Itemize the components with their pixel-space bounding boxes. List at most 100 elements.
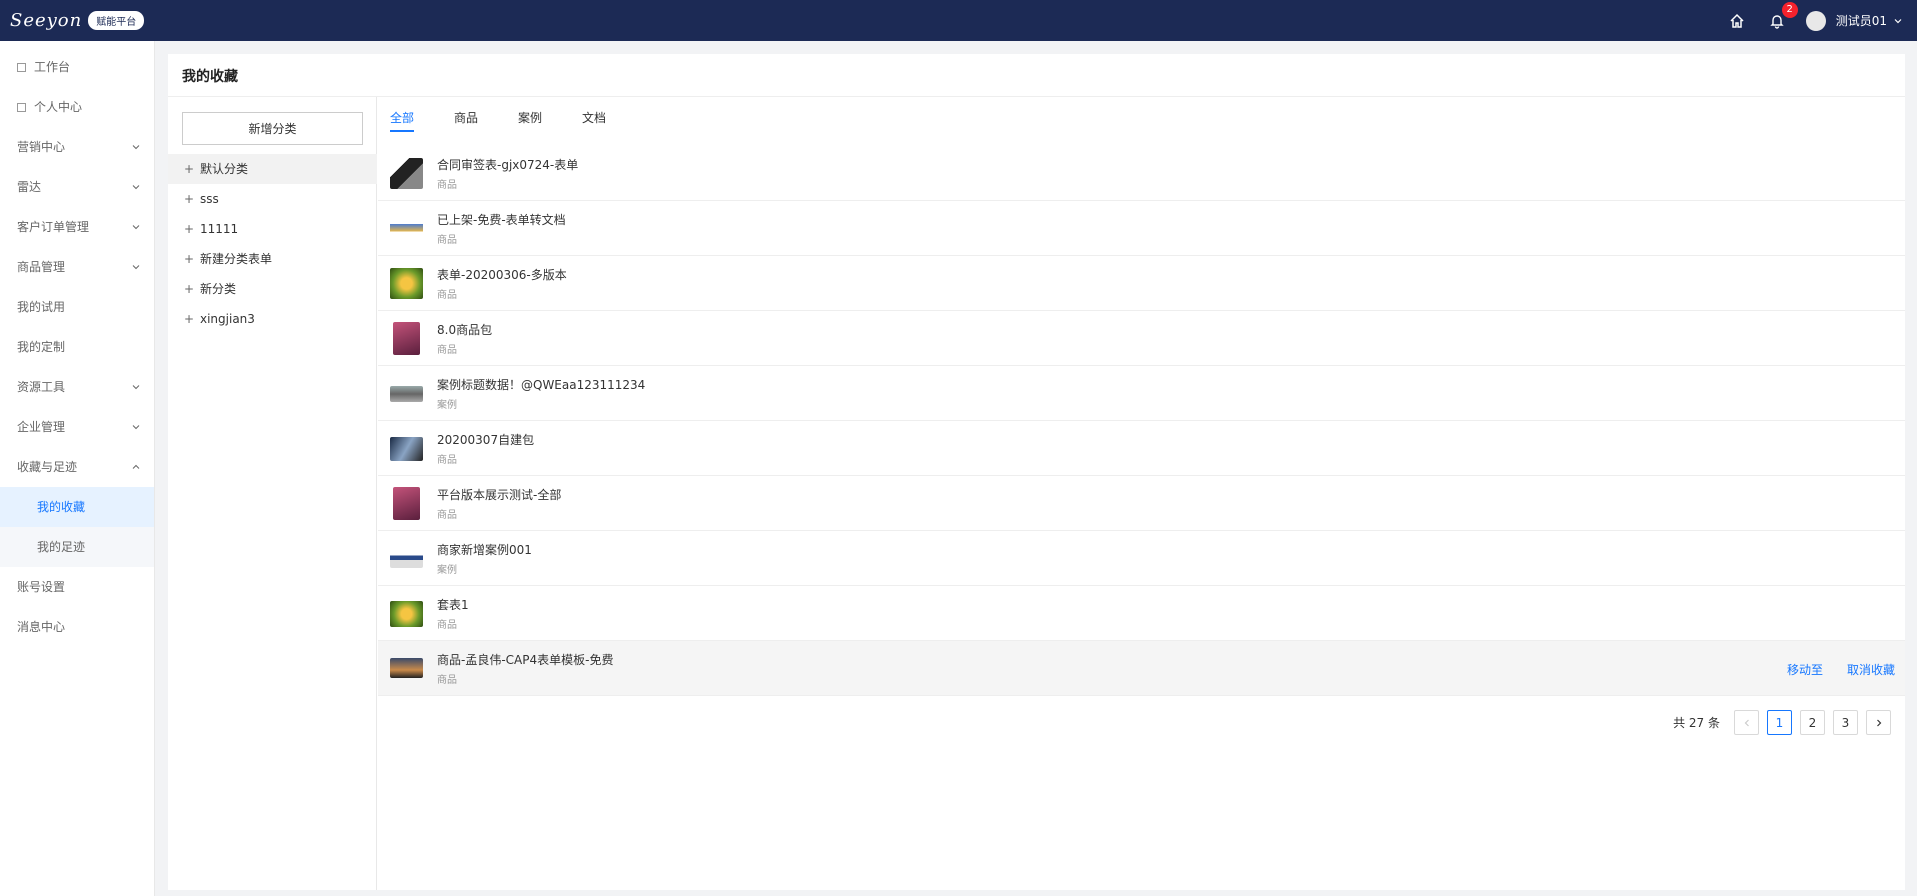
item-title: 表单-20200306-多版本 — [437, 268, 567, 282]
chevron-down-icon — [132, 385, 140, 390]
list-item[interactable]: 商品-孟良伟-CAP4表单模板-免费 商品 移动至 取消收藏 — [378, 641, 1905, 696]
sidebar-item-enterprise[interactable]: 企业管理 — [0, 407, 154, 447]
sidebar-item-my-trials[interactable]: 我的试用 — [0, 287, 154, 327]
unfavorite-button[interactable]: 取消收藏 — [1847, 661, 1895, 678]
plus-icon[interactable]: + — [184, 154, 200, 184]
category-list: + 默认分类 + sss +11111 + 新建分类表单 + 新分类 + xingjian… — [168, 154, 377, 334]
list-item[interactable]: 表单-20200306-多版本 商品 — [378, 256, 1905, 311]
category-item[interactable]: +11111 — [168, 214, 377, 244]
item-type: 商品 — [437, 620, 457, 631]
category-label: 11111 — [200, 222, 239, 236]
sidebar-item-personal-center[interactable]: 个人中心 — [0, 87, 154, 127]
item-title: 20200307自建包 — [437, 433, 535, 447]
thumbnail-image — [393, 487, 420, 520]
plus-icon[interactable]: + — [184, 274, 200, 304]
tab-products[interactable]: 商品 — [454, 109, 478, 132]
sidebar-item-resource-tools[interactable]: 资源工具 — [0, 367, 154, 407]
top-header: Seeyon 赋能平台 2 测试员01 — [0, 0, 1917, 41]
chevron-down-icon — [132, 225, 140, 230]
plus-icon[interactable]: + — [184, 244, 200, 274]
item-title: 已上架-免费-表单转文档 — [437, 213, 566, 227]
sidebar-item-label: 收藏与足迹 — [17, 460, 78, 474]
category-item[interactable]: + 新建分类表单 — [168, 244, 377, 274]
list-item[interactable]: 20200307自建包 商品 — [378, 421, 1905, 476]
prev-page-button[interactable] — [1734, 710, 1759, 735]
workbench-icon — [17, 63, 26, 72]
category-label: xingjian3 — [200, 312, 255, 326]
sidebar-item-label: 我的收藏 — [37, 500, 86, 514]
sidebar-item-radar[interactable]: 雷达 — [0, 167, 154, 207]
list-item[interactable]: 商家新增案例001 案例 — [378, 531, 1905, 586]
chevron-down-icon — [132, 265, 140, 270]
chevron-left-icon — [1744, 719, 1749, 726]
sidebar-item-label: 我的足迹 — [37, 540, 86, 554]
page-button[interactable]: 1 — [1767, 710, 1792, 735]
chevron-down-icon[interactable] — [1893, 16, 1903, 26]
sidebar-item-favorites-footprints[interactable]: 收藏与足迹 — [0, 447, 154, 487]
category-item[interactable]: + 新分类 — [168, 274, 377, 304]
chevron-down-icon — [132, 145, 140, 150]
category-label: sss — [200, 192, 219, 206]
tab-cases[interactable]: 案例 — [518, 109, 542, 132]
page-title: 我的收藏 — [182, 69, 238, 85]
sidebar-item-message-center[interactable]: 消息中心 — [0, 607, 154, 647]
sidebar-item-orders[interactable]: 客户订单管理 — [0, 207, 154, 247]
thumbnail-image — [390, 268, 423, 299]
tab-all[interactable]: 全部 — [390, 109, 415, 132]
notification-badge: 2 — [1781, 1, 1798, 18]
thumbnail-image — [390, 550, 423, 568]
list-item[interactable]: 平台版本展示测试-全部 商品 — [378, 476, 1905, 531]
category-label: 默认分类 — [200, 162, 249, 176]
item-type: 商品 — [437, 455, 457, 466]
category-item[interactable]: + sss — [168, 184, 377, 214]
plus-icon[interactable]: + — [184, 184, 200, 214]
sidebar-item-marketing[interactable]: 营销中心 — [0, 127, 154, 167]
page-button[interactable]: 2 — [1800, 710, 1825, 735]
chevron-up-icon — [132, 464, 140, 469]
filter-tabs: 全部 商品 案例 文档 — [390, 109, 646, 132]
next-page-button[interactable] — [1866, 710, 1891, 735]
plus-icon[interactable]: + — [184, 304, 200, 334]
sidebar-item-label: 工作台 — [34, 60, 71, 74]
sidebar-item-my-custom[interactable]: 我的定制 — [0, 327, 154, 367]
thumbnail-image — [390, 386, 423, 402]
add-category-button[interactable]: 新增分类 — [182, 112, 363, 145]
sidebar-item-my-footprints[interactable]: 我的足迹 — [0, 527, 154, 567]
category-item[interactable]: + xingjian3 — [168, 304, 377, 334]
user-icon — [17, 103, 26, 112]
sidebar-item-label: 我的定制 — [17, 340, 66, 354]
logo[interactable]: Seeyon 赋能平台 — [10, 10, 145, 31]
avatar[interactable] — [1805, 10, 1826, 31]
favorites-card: 我的收藏 新增分类 + 默认分类 + sss +11111 + 新建分类表单 + 新分类… — [168, 54, 1905, 890]
sidebar-item-label: 个人中心 — [34, 100, 83, 114]
item-type: 商品 — [437, 510, 457, 521]
sidebar-item-label: 客户订单管理 — [17, 220, 90, 234]
sidebar-item-products[interactable]: 商品管理 — [0, 247, 154, 287]
category-label: 新建分类表单 — [200, 252, 273, 266]
sidebar-item-account-settings[interactable]: 账号设置 — [0, 567, 154, 607]
sidebar-item-label: 雷达 — [17, 180, 42, 194]
list-item[interactable]: 已上架-免费-表单转文档 商品 — [378, 201, 1905, 256]
list-item[interactable]: 8.0商品包 商品 — [378, 311, 1905, 366]
home-icon[interactable] — [1726, 10, 1748, 32]
thumbnail-image — [390, 437, 423, 461]
thumbnail-image — [390, 658, 423, 678]
page-button[interactable]: 3 — [1833, 710, 1858, 735]
move-to-button[interactable]: 移动至 — [1787, 661, 1823, 678]
sidebar-item-my-favorites[interactable]: 我的收藏 — [0, 487, 154, 527]
sidebar-item-label: 我的试用 — [17, 300, 66, 314]
category-panel: 新增分类 + 默认分类 + sss +11111 + 新建分类表单 + 新分类 + xin… — [168, 97, 377, 890]
username[interactable]: 测试员01 — [1836, 12, 1887, 29]
list-item[interactable]: 案例标题数据！@QWEaa123111234 案例 — [378, 366, 1905, 421]
item-title: 套表1 — [437, 598, 469, 612]
favorites-list: 合同审签表-gjx0724-表单 商品 已上架-免费-表单转文档 商品 表单-2… — [378, 146, 1905, 696]
tab-documents[interactable]: 文档 — [582, 109, 606, 132]
sidebar-item-workbench[interactable]: 工作台 — [0, 47, 154, 87]
list-item[interactable]: 合同审签表-gjx0724-表单 商品 — [378, 146, 1905, 201]
item-type: 案例 — [437, 400, 457, 411]
platform-badge: 赋能平台 — [88, 11, 145, 30]
category-item[interactable]: + 默认分类 — [168, 154, 377, 184]
list-item[interactable]: 套表1 商品 — [378, 586, 1905, 641]
plus-icon[interactable]: + — [184, 214, 200, 244]
bell-icon[interactable]: 2 — [1766, 1, 1798, 32]
